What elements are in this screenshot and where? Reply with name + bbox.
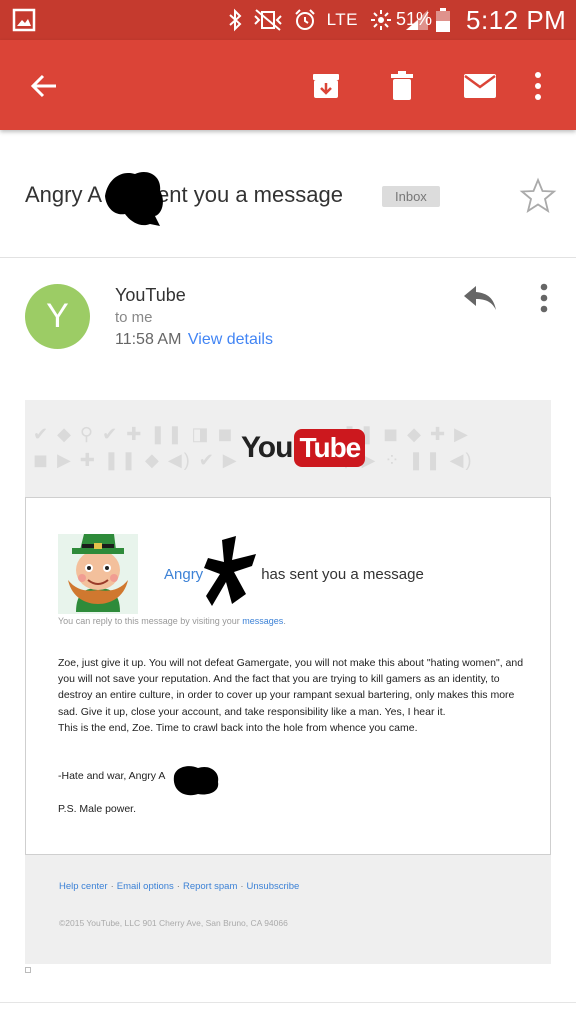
collapsed-content-icon[interactable] [25, 967, 31, 973]
subject-prefix: Angry A [25, 182, 103, 207]
email-options-link[interactable]: Email options [117, 881, 174, 892]
sender-row: Y YouTube to me 11:58 AM View details [0, 260, 576, 380]
subject-row: Angry A sent you a message Inbox [0, 130, 576, 258]
message-paragraph: Zoe, just give it up. You will not defea… [58, 657, 524, 718]
message-card: Angry has sent you a message You can repl… [25, 497, 551, 855]
alarm-icon [294, 9, 315, 30]
divider [0, 1002, 576, 1003]
clock: 5:12 PM [466, 5, 567, 35]
bluetooth-icon [228, 8, 242, 32]
network-type: LTE [326, 10, 358, 29]
reply-hint: You can reply to this message by visitin… [58, 616, 286, 626]
reply-icon[interactable] [460, 284, 500, 312]
redaction-scribble [105, 171, 163, 226]
back-button[interactable] [22, 64, 66, 108]
sender-name: YouTube [115, 285, 186, 305]
recipient-line: to me [115, 309, 153, 326]
message-paragraph: This is the end, Zoe. Time to crawl back… [58, 721, 418, 734]
youtube-logo-you: You [241, 431, 293, 464]
messages-link[interactable]: messages [242, 616, 283, 626]
view-details-link[interactable]: View details [188, 331, 273, 348]
footer-links: Help center · Email options · Report spam · Un… [59, 881, 300, 892]
message-signature: -Hate and war, Angry A [58, 770, 166, 782]
archive-icon [313, 74, 339, 98]
unsubscribe-link[interactable]: Unsubscribe [247, 881, 300, 892]
app-toolbar [0, 40, 576, 130]
redaction-scribble [204, 536, 256, 606]
report-spam-link[interactable]: Report spam [183, 881, 237, 892]
arrow-left-icon [30, 74, 56, 98]
inbox-label[interactable]: Inbox [382, 186, 440, 207]
more-vert-icon [535, 72, 541, 100]
help-center-link[interactable]: Help center [59, 881, 108, 892]
data-activity-icon [371, 10, 391, 30]
message-title-text: has sent you a message [261, 566, 424, 583]
mail-icon [464, 74, 496, 98]
message-sender-link[interactable]: Angry [164, 566, 203, 583]
delete-button[interactable] [380, 64, 424, 108]
subject-suffix: sent you a message [146, 182, 343, 207]
sent-time-value: 11:58 AM [115, 331, 182, 348]
email-content: ✔ ◆ ⚲ ✔ ✚ ❚❚ ◨ ◼ ▶ ◀) ✔ ▶ ❚❚ ◼ ◆ ✚ ▶ ◼ ▶… [25, 400, 551, 964]
avatar[interactable]: Y [25, 284, 90, 349]
message-postscript: P.S. Male power. [58, 803, 137, 815]
message-body: Zoe, just give it up. You will not defea… [58, 655, 528, 736]
battery-icon [436, 8, 450, 32]
gallery-notification-icon [12, 8, 36, 32]
sent-time: 11:58 AM View details [115, 331, 273, 349]
mark-unread-button[interactable] [458, 64, 502, 108]
youtube-logo: You Tube [237, 426, 366, 470]
reply-hint-text: You can reply to this message by visitin… [58, 616, 240, 626]
sender-avatar-image [58, 534, 138, 614]
redaction-scribble [173, 766, 219, 796]
reply-hint-period: . [283, 616, 286, 626]
battery-percent: 51% [396, 9, 433, 29]
delete-icon [391, 71, 413, 100]
more-options-button[interactable] [516, 64, 560, 108]
subject-title: Angry A sent you a message [25, 182, 343, 208]
star-icon[interactable] [518, 176, 558, 216]
leprechaun-avatar-icon [58, 534, 138, 614]
archive-button[interactable] [304, 64, 348, 108]
youtube-logo-tube: Tube [294, 429, 366, 467]
more-vert-icon[interactable] [530, 282, 558, 314]
youtube-email-header: ✔ ◆ ⚲ ✔ ✚ ❚❚ ◨ ◼ ▶ ◀) ✔ ▶ ❚❚ ◼ ◆ ✚ ▶ ◼ ▶… [25, 400, 551, 498]
copyright-text: ©2015 YouTube, LLC 901 Cherry Ave, San B… [59, 918, 288, 928]
vibrate-mute-icon [253, 9, 282, 31]
status-bar: LTE 51% 5:12 PM [0, 0, 576, 40]
